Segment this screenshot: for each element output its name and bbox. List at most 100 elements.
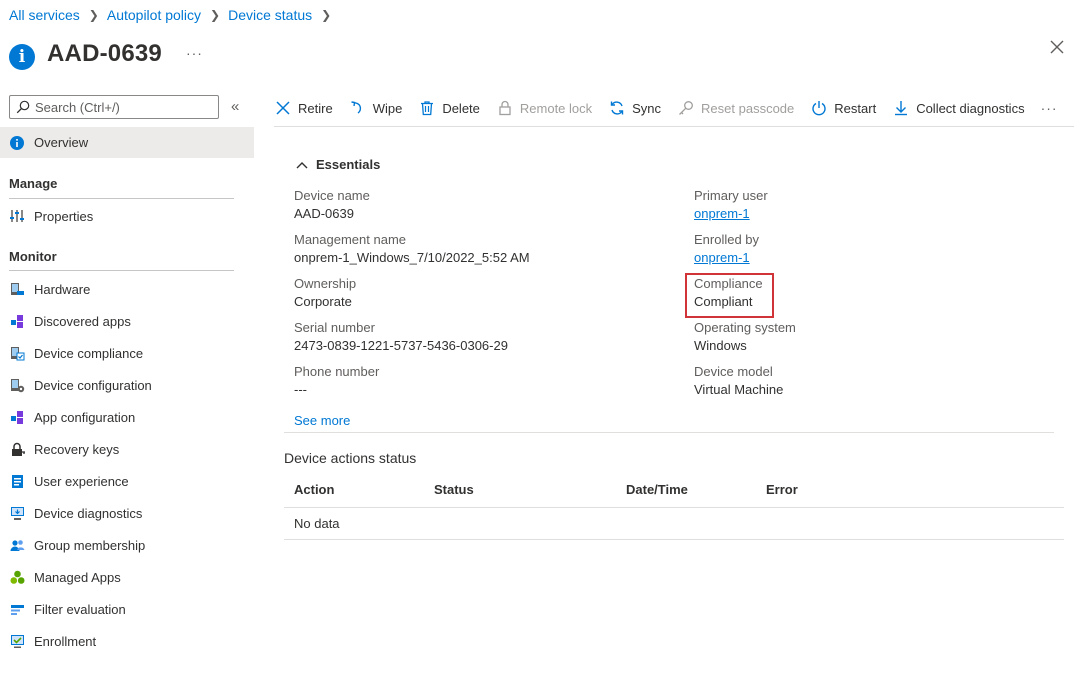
- remote-lock-label: Remote lock: [519, 100, 593, 116]
- nav-item-device-configuration[interactable]: Device configuration: [0, 371, 254, 399]
- field-primary-user: Primary user onprem-1: [694, 187, 768, 223]
- nav-item-label: Filter evaluation: [34, 601, 126, 617]
- field-device-model: Device model Virtual Machine: [694, 363, 783, 399]
- trash-icon: [418, 99, 436, 117]
- nav-item-label: Group membership: [34, 537, 146, 553]
- collect-diagnostics-button[interactable]: Collect diagnostics: [892, 99, 1025, 117]
- power-icon: [810, 99, 828, 117]
- field-label: Enrolled by: [694, 232, 760, 247]
- properties-icon: [9, 208, 25, 224]
- nav-item-label: Device diagnostics: [34, 505, 143, 521]
- reset-passcode-label: Reset passcode: [701, 100, 795, 116]
- chevron-right-icon: ❯: [88, 8, 99, 22]
- sync-button[interactable]: Sync: [608, 99, 661, 117]
- remote-lock-button[interactable]: Remote lock: [496, 99, 592, 117]
- column-header-status[interactable]: Status: [434, 482, 474, 497]
- divider: [9, 270, 234, 271]
- column-header-datetime[interactable]: Date/Time: [626, 482, 688, 497]
- nav-item-device-diagnostics[interactable]: Device diagnostics: [0, 499, 254, 527]
- enrollment-icon: [9, 633, 25, 649]
- download-icon: [892, 99, 910, 117]
- divider: [284, 507, 1064, 508]
- nav-item-managed-apps[interactable]: Managed Apps: [0, 563, 254, 591]
- filter-icon: [9, 601, 25, 617]
- page-header: i AAD-0639 ···: [9, 38, 203, 70]
- section-title: Device actions status: [284, 450, 417, 466]
- field-enrolled-by: Enrolled by onprem-1: [694, 231, 759, 267]
- reset-passcode-button[interactable]: Reset passcode: [677, 99, 794, 117]
- divider: [9, 198, 234, 199]
- chevron-up-icon: [296, 161, 308, 168]
- primary-user-link[interactable]: onprem-1: [694, 206, 750, 221]
- divider: [284, 539, 1064, 540]
- field-value: Virtual Machine: [694, 382, 784, 397]
- chevron-right-icon: ❯: [321, 8, 332, 22]
- nav-item-label: Recovery keys: [34, 441, 120, 457]
- collect-diagnostics-label: Collect diagnostics: [916, 100, 1025, 116]
- delete-label: Delete: [442, 100, 480, 116]
- field-value: ---: [294, 382, 307, 397]
- nav-item-hardware[interactable]: Hardware: [0, 275, 254, 303]
- command-bar: Retire Wipe Delete Remote lock Sync Rese…: [274, 96, 1058, 120]
- search-box[interactable]: [9, 95, 219, 119]
- nav-item-properties[interactable]: Properties: [0, 202, 254, 230]
- field-value: Windows: [694, 338, 747, 353]
- restart-button[interactable]: Restart: [810, 99, 876, 117]
- breadcrumb-device-status[interactable]: Device status: [228, 7, 312, 23]
- nav-item-label: Enrollment: [34, 633, 97, 649]
- lock-icon: [496, 99, 514, 117]
- search-input[interactable]: [35, 99, 215, 115]
- nav-item-label: Device compliance: [34, 345, 144, 361]
- nav-item-discovered-apps[interactable]: Discovered apps: [0, 307, 254, 335]
- sync-icon: [608, 99, 626, 117]
- more-options-icon[interactable]: ···: [186, 45, 203, 61]
- key-icon: [677, 99, 695, 117]
- search-icon: [16, 100, 30, 114]
- nav-item-label: Managed Apps: [34, 569, 121, 585]
- field-management-name: Management name onprem-1_Windows_7/10/20…: [294, 231, 530, 267]
- nav-item-app-configuration[interactable]: App configuration: [0, 403, 254, 431]
- user-experience-icon: [9, 473, 25, 489]
- nav-item-group-membership[interactable]: Group membership: [0, 531, 254, 559]
- essentials-title: Essentials: [316, 157, 381, 172]
- nav-item-device-compliance[interactable]: Device compliance: [0, 339, 254, 367]
- nav-item-user-experience[interactable]: User experience: [0, 467, 254, 495]
- field-device-name: Device name AAD-0639: [294, 187, 370, 223]
- nav-item-overview[interactable]: Overview: [0, 127, 254, 158]
- field-operating-system: Operating system Windows: [694, 319, 796, 355]
- breadcrumb-autopilot-policy[interactable]: Autopilot policy: [107, 7, 201, 23]
- page-title: AAD-0639: [47, 40, 162, 67]
- enrolled-by-link[interactable]: onprem-1: [694, 250, 750, 265]
- field-label: Phone number: [294, 364, 380, 379]
- field-label: Ownership: [294, 276, 357, 291]
- field-phone-number: Phone number ---: [294, 363, 379, 399]
- retire-button[interactable]: Retire: [274, 99, 333, 117]
- nav-section-monitor: Monitor: [9, 249, 57, 264]
- see-more-link[interactable]: See more: [294, 413, 350, 428]
- nav-item-filter-evaluation[interactable]: Filter evaluation: [0, 595, 254, 623]
- more-actions-icon[interactable]: ···: [1041, 100, 1058, 116]
- info-icon: i: [9, 44, 35, 70]
- compliance-highlight-box: [685, 273, 774, 318]
- nav-item-enrollment[interactable]: Enrollment: [0, 627, 254, 655]
- close-icon[interactable]: [1048, 38, 1066, 56]
- column-header-error[interactable]: Error: [766, 482, 798, 497]
- delete-button[interactable]: Delete: [418, 99, 480, 117]
- nav-item-label: Overview: [34, 135, 89, 150]
- nav-item-label: Hardware: [34, 281, 91, 297]
- essentials-toggle[interactable]: Essentials: [296, 157, 380, 172]
- breadcrumb-all-services[interactable]: All services: [9, 7, 80, 23]
- nav-item-recovery-keys[interactable]: Recovery keys: [0, 435, 254, 463]
- column-header-action[interactable]: Action: [294, 482, 334, 497]
- collapse-nav-icon[interactable]: «: [231, 98, 239, 115]
- empty-state-text: No data: [294, 516, 340, 531]
- info-icon: [9, 135, 25, 151]
- restart-label: Restart: [834, 100, 877, 116]
- nav-section-manage: Manage: [9, 176, 58, 191]
- app-config-icon: [9, 409, 25, 425]
- nav-item-label: User experience: [34, 473, 129, 489]
- lock-icon: [9, 441, 25, 457]
- wipe-button[interactable]: Wipe: [349, 99, 402, 117]
- breadcrumb: All services ❯ Autopilot policy ❯ Device…: [9, 7, 339, 23]
- field-label: Primary user: [694, 188, 768, 203]
